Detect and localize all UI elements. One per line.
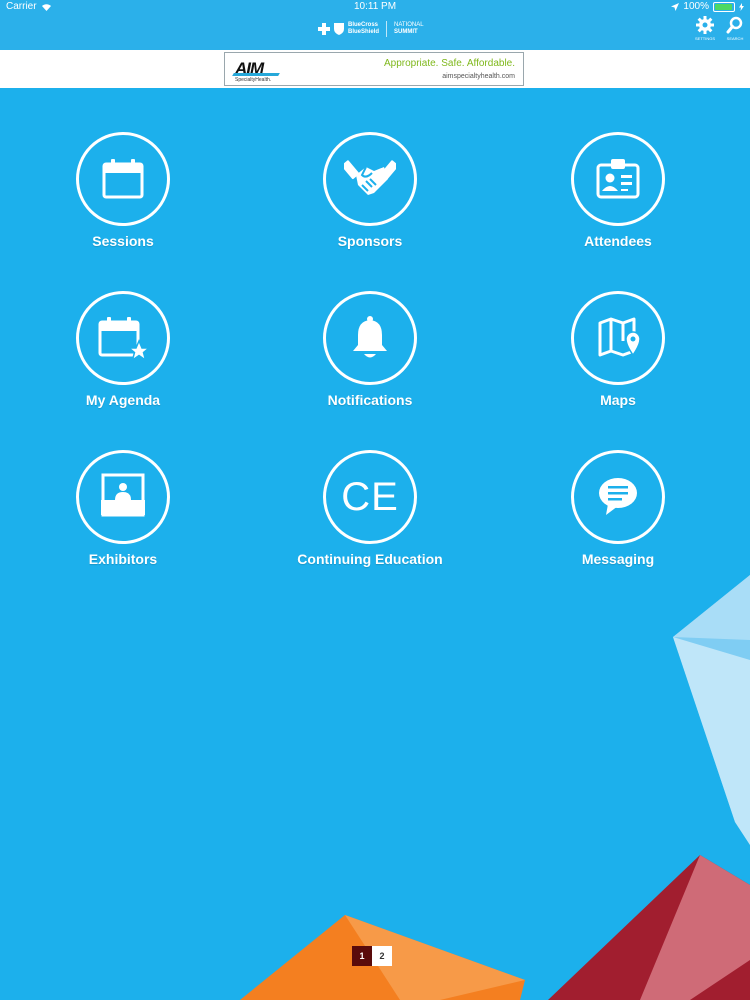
aim-swoosh (232, 73, 280, 76)
attendees-tile[interactable]: Attendees (528, 132, 708, 249)
messaging-tile[interactable]: Messaging (528, 450, 708, 567)
status-bar: Carrier 10:11 PM 100% (0, 0, 750, 14)
exhibitor-booth-icon (101, 473, 145, 517)
my-agenda-label: My Agenda (85, 392, 161, 408)
ce-icon: CE (341, 474, 399, 519)
banner-strip: AIM SpecialtyHealth. Appropriate. Safe. … (0, 50, 750, 88)
bcbs-cross-icon (318, 23, 330, 35)
location-arrow-icon (671, 2, 680, 11)
sessions-label: Sessions (92, 233, 154, 249)
search-label: SEARCH (726, 36, 744, 41)
messaging-label: Messaging (581, 551, 655, 567)
page-1-button[interactable]: 1 (352, 946, 372, 966)
brand-logo: BlueCross BlueShield NATIONAL SUMMIT (318, 21, 424, 37)
exhibitors-circle (76, 450, 170, 544)
aim-logo: AIM (235, 59, 264, 78)
attendees-label: Attendees (584, 233, 652, 249)
charging-icon (739, 2, 744, 11)
aim-logo-sub: SpecialtyHealth. (235, 77, 272, 83)
search-icon (726, 16, 743, 34)
sponsors-tile[interactable]: Sponsors (280, 132, 460, 249)
my-agenda-circle (76, 291, 170, 385)
sponsors-circle (323, 132, 417, 226)
banner-url: aimspecialtyhealth.com (442, 73, 515, 80)
settings-button[interactable]: SETTINGS (690, 16, 720, 41)
map-pin-icon (598, 317, 640, 357)
my-agenda-tile[interactable]: My Agenda (33, 291, 213, 408)
exhibitors-label: Exhibitors (88, 551, 158, 567)
search-button[interactable]: SEARCH (720, 16, 750, 41)
sponsor-banner[interactable]: AIM SpecialtyHealth. Appropriate. Safe. … (224, 52, 524, 86)
sponsors-label: Sponsors (337, 233, 403, 249)
exhibitors-tile[interactable]: Exhibitors (33, 450, 213, 567)
messaging-circle (571, 450, 665, 544)
bcbs-shield-icon (334, 23, 344, 35)
sessions-tile[interactable]: Sessions (33, 132, 213, 249)
attendees-circle (571, 132, 665, 226)
brand-divider (386, 21, 388, 37)
notifications-label: Notifications (327, 392, 413, 408)
settings-label: SETTINGS (694, 36, 715, 41)
battery-percent: 100% (683, 1, 709, 12)
event-line-2: SUMMIT (394, 29, 418, 35)
status-time: 10:11 PM (353, 1, 397, 12)
continuing-education-tile[interactable]: CE Continuing Education (280, 450, 460, 567)
battery-icon (713, 1, 735, 12)
notifications-tile[interactable]: Notifications (280, 291, 460, 408)
maps-label: Maps (600, 392, 636, 408)
notifications-circle (323, 291, 417, 385)
sessions-circle (76, 132, 170, 226)
continuing-education-label: Continuing Education (297, 551, 443, 567)
brand-line-2: BlueShield (348, 29, 380, 35)
maps-tile[interactable]: Maps (528, 291, 708, 408)
maps-circle (571, 291, 665, 385)
status-right: 100% (671, 1, 744, 12)
brand-line-1: BlueCross (348, 22, 379, 28)
calendar-icon (102, 159, 144, 199)
page-indicator: 1 2 (352, 946, 392, 966)
calendar-star-icon (98, 317, 149, 361)
bell-icon (353, 316, 387, 358)
event-line-1: NATIONAL (394, 22, 424, 28)
event-name: NATIONAL SUMMIT (394, 22, 424, 36)
continuing-education-circle: CE (323, 450, 417, 544)
page-2-button[interactable]: 2 (372, 946, 392, 966)
id-card-icon (596, 159, 640, 199)
nav-bar: BlueCross BlueShield NATIONAL SUMMIT SET… (0, 14, 750, 50)
brand-name: BlueCross BlueShield (348, 22, 379, 36)
gear-icon (696, 16, 714, 34)
chat-bubble-icon (599, 478, 637, 515)
handshake-icon (344, 160, 396, 195)
banner-tagline: Appropriate. Safe. Affordable. (383, 58, 515, 69)
